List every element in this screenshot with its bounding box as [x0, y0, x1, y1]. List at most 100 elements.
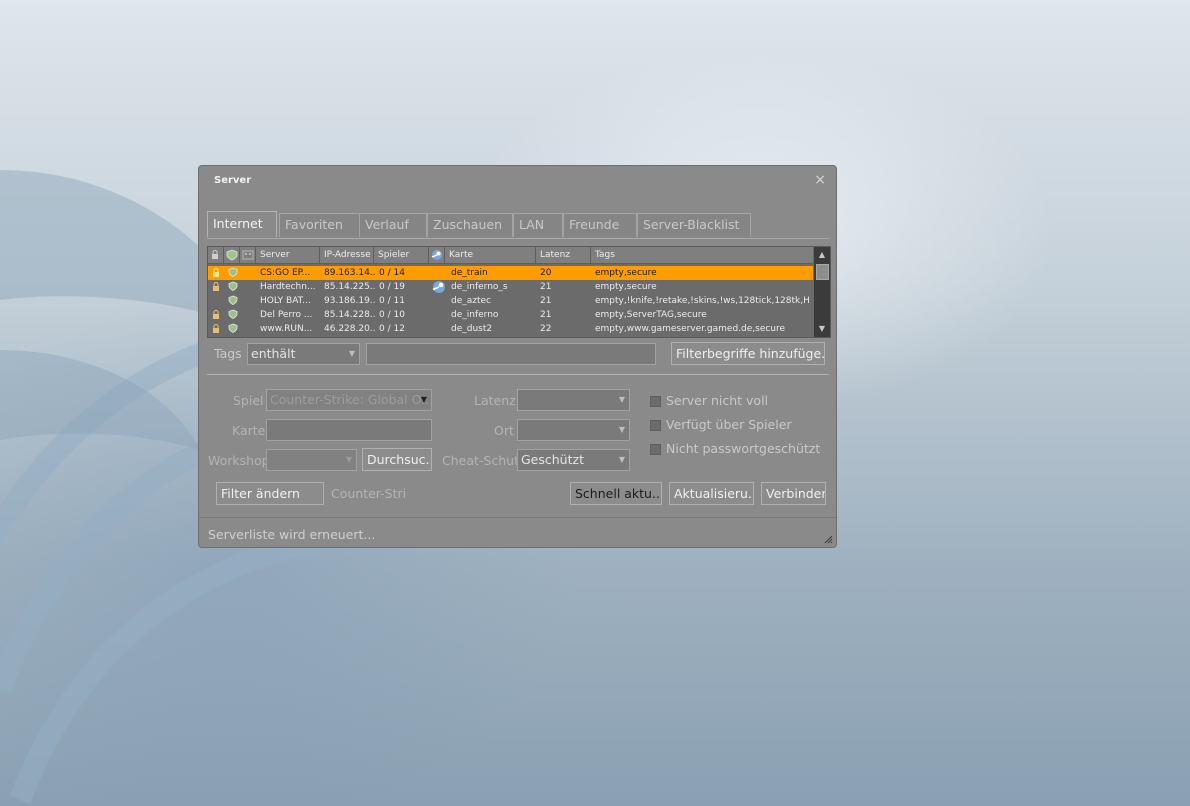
- column-secure[interactable]: [224, 247, 240, 263]
- window-title: Server: [214, 175, 252, 186]
- tags-text-input[interactable]: [366, 343, 656, 365]
- table-row[interactable]: Hardtechn... 85.14.225... 0 / 19 de_inferno…: [208, 280, 813, 294]
- bot-icon: [242, 250, 254, 260]
- server-list[interactable]: Server IP-Adresse Spieler Karte Latenz T…: [207, 246, 831, 338]
- list-header: Server IP-Adresse Spieler Karte Latenz T…: [208, 247, 813, 264]
- cell-tags: empty,secure: [595, 282, 657, 292]
- tab-history[interactable]: Verlauf: [359, 213, 427, 237]
- column-lock[interactable]: [208, 247, 224, 263]
- resize-grip-icon[interactable]: [823, 534, 833, 544]
- column-map[interactable]: Karte: [445, 247, 536, 263]
- cell-map: de_dust2: [451, 324, 493, 334]
- chevron-down-icon: ▼: [420, 395, 427, 404]
- tags-mode-dropdown[interactable]: enthält ▼: [247, 343, 360, 365]
- map-input[interactable]: [266, 419, 432, 441]
- scroll-down-icon[interactable]: ▼: [814, 322, 830, 336]
- has-players-checkbox[interactable]: [650, 420, 661, 431]
- cell-map: de_inferno_s: [451, 282, 508, 292]
- has-players-label: Verfügt über Spieler: [666, 417, 792, 432]
- cell-latency: 20: [540, 268, 552, 278]
- anticheat-dropdown[interactable]: Geschützt ▼: [517, 449, 630, 471]
- cell-latency: 22: [540, 324, 552, 334]
- steam-icon: [432, 281, 445, 293]
- shield-icon: [228, 323, 238, 333]
- steam-icon: [431, 250, 442, 260]
- shield-icon: [228, 281, 238, 291]
- column-players[interactable]: Spieler: [374, 247, 429, 263]
- add-filter-terms-button[interactable]: Filterbegriffe hinzufüge...: [671, 342, 825, 365]
- tab-favorites[interactable]: Favoriten: [279, 213, 361, 237]
- cell-ip: 89.163.14...: [324, 268, 376, 278]
- cell-ip: 85.14.225...: [324, 282, 376, 292]
- list-scrollbar[interactable]: ▲ ▼: [814, 247, 830, 337]
- cell-map: de_inferno: [451, 310, 499, 320]
- filter-summary: Counter-Stri: [331, 486, 407, 501]
- column-latency[interactable]: Latenz: [536, 247, 591, 263]
- change-filter-button[interactable]: Filter ändern: [216, 482, 324, 505]
- cell-tags: empty,ServerTAG,secure: [595, 310, 707, 320]
- tab-spectate[interactable]: Zuschauen: [427, 213, 513, 237]
- cell-ip: 85.14.228...: [324, 310, 376, 320]
- status-text: Serverliste wird erneuert...: [208, 527, 376, 542]
- tab-internet[interactable]: Internet: [207, 211, 277, 237]
- cell-players: 0 / 11: [379, 296, 405, 306]
- cell-tags: empty,www.gameserver.gamed.de,secure: [595, 324, 786, 334]
- table-row[interactable]: Del Perro ... 85.14.228... 0 / 10 de_infern…: [208, 308, 813, 322]
- location-label: Ort: [494, 423, 514, 438]
- shield-icon: [228, 267, 238, 277]
- workshop-dropdown[interactable]: ▼: [266, 449, 357, 471]
- cell-tags: empty,secure: [595, 268, 657, 278]
- filter-separator: [207, 374, 829, 375]
- latency-dropdown[interactable]: ▼: [517, 389, 630, 411]
- lock-icon: [212, 250, 218, 259]
- cell-server: Del Perro ...: [260, 310, 313, 320]
- anticheat-label: Cheat-Schut: [442, 453, 519, 468]
- browse-workshop-button[interactable]: Durchsuc...: [362, 448, 432, 471]
- chevron-down-icon: ▼: [618, 425, 625, 434]
- lock-icon: [213, 268, 219, 277]
- quick-refresh-button[interactable]: Schnell aktu...: [570, 482, 662, 505]
- tab-lan[interactable]: LAN: [513, 213, 563, 237]
- anticheat-value: Geschützt: [521, 452, 584, 467]
- tab-divider: [207, 238, 829, 239]
- tab-friends[interactable]: Freunde: [563, 213, 637, 237]
- table-row[interactable]: HOLY BAT... 93.186.19... 0 / 11 de_aztec 21 e…: [208, 294, 813, 308]
- location-dropdown[interactable]: ▼: [517, 419, 630, 441]
- cell-players: 0 / 10: [379, 310, 405, 320]
- status-separator: [200, 517, 836, 518]
- cell-latency: 21: [540, 310, 552, 320]
- server-browser-window: Server × Internet Favoriten Verlauf Zusc…: [198, 165, 837, 548]
- close-icon[interactable]: ×: [814, 172, 826, 188]
- column-bots[interactable]: [240, 247, 256, 263]
- table-row[interactable]: www.RUN... 46.228.20... 0 / 12 de_dust2 22 em…: [208, 322, 813, 336]
- server-not-full-checkbox[interactable]: [650, 396, 661, 407]
- shield-icon: [228, 309, 238, 319]
- tab-server-blacklist[interactable]: Server-Blacklist: [637, 213, 751, 237]
- cell-ip: 46.228.20...: [324, 324, 376, 334]
- chevron-down-icon: ▼: [618, 455, 625, 464]
- tags-mode-value: enthält: [251, 346, 296, 361]
- chevron-down-icon: ▼: [345, 455, 352, 464]
- column-ip[interactable]: IP-Adresse: [320, 247, 374, 263]
- table-row[interactable]: CS:GO EP... 89.163.14... 0 / 14 de_train 20 e…: [208, 266, 813, 280]
- cell-map: de_aztec: [451, 296, 492, 306]
- cell-players: 0 / 14: [379, 268, 405, 278]
- scroll-thumb[interactable]: [816, 264, 829, 280]
- column-server[interactable]: Server: [256, 247, 320, 263]
- scroll-up-icon[interactable]: ▲: [814, 248, 830, 262]
- game-dropdown[interactable]: Counter-Strike: Global O... ▼: [266, 389, 432, 411]
- chevron-down-icon: ▼: [618, 395, 625, 404]
- connect-button[interactable]: Verbinden: [761, 482, 826, 505]
- not-password-protected-checkbox[interactable]: [650, 444, 661, 455]
- column-tags[interactable]: Tags: [591, 247, 813, 263]
- map-label: Karte: [232, 423, 266, 438]
- lock-icon: [213, 282, 219, 291]
- cell-latency: 21: [540, 296, 552, 306]
- refresh-button[interactable]: Aktualisieru...: [669, 482, 754, 505]
- cell-ip: 93.186.19...: [324, 296, 376, 306]
- cell-latency: 21: [540, 282, 552, 292]
- shield-icon: [226, 249, 238, 261]
- game-value: Counter-Strike: Global O...: [270, 392, 432, 407]
- cell-server: HOLY BAT...: [260, 296, 311, 306]
- column-steam[interactable]: [429, 247, 445, 263]
